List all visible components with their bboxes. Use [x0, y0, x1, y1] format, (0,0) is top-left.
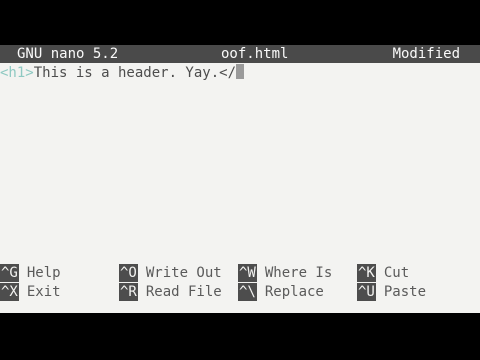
shortcut-read-file[interactable]: ^R Read File	[119, 283, 222, 301]
shortcut-paste[interactable]: ^U Paste	[357, 283, 426, 301]
shortcut-key: ^O	[119, 264, 138, 282]
shortcut-label: Help	[26, 265, 61, 281]
terminal-window[interactable]: GNU nano 5.2 oof.html Modified <h1>This …	[0, 45, 480, 313]
editor-area[interactable]: <h1>This is a header. Yay.</	[0, 64, 480, 264]
shortcut-help[interactable]: ^G Help	[0, 264, 61, 282]
shortcut-replace[interactable]: ^\ Replace	[238, 283, 324, 301]
text-cursor	[236, 64, 245, 79]
shortcut-key: ^K	[357, 264, 376, 282]
shortcut-key: ^U	[357, 283, 376, 301]
screen: { "titlebar": { "app": "GNU nano 5.2", "…	[0, 0, 480, 360]
shortcut-key: ^G	[0, 264, 19, 282]
shortcut-key: ^R	[119, 283, 138, 301]
file-name: oof.html	[221, 46, 289, 62]
shortcut-exit[interactable]: ^X Exit	[0, 283, 61, 301]
shortcut-write-out[interactable]: ^O Write Out	[119, 264, 222, 282]
shortcut-label: Cut	[383, 265, 410, 281]
shortcut-bar: ^G Help ^O Write Out ^W Where Is ^K Cut ^X Ex…	[0, 264, 480, 304]
line-text: This is a header. Yay.</	[33, 65, 237, 81]
shortcut-key: ^W	[238, 264, 257, 282]
shortcut-cut[interactable]: ^K Cut	[357, 264, 409, 282]
shortcut-label: Read File	[145, 284, 222, 300]
shortcut-label: Paste	[383, 284, 427, 300]
html-tag-h1: <h1>	[0, 65, 34, 81]
shortcut-label: Exit	[26, 284, 61, 300]
nano-titlebar: GNU nano 5.2 oof.html Modified	[0, 45, 480, 63]
editor-line-1[interactable]: <h1>This is a header. Yay.</	[0, 64, 245, 82]
shortcut-where-is[interactable]: ^W Where Is	[238, 264, 332, 282]
shortcut-label: Where Is	[264, 265, 333, 281]
shortcut-label: Write Out	[145, 265, 222, 281]
modified-status: Modified	[392, 46, 460, 62]
shortcut-key: ^X	[0, 283, 19, 301]
shortcut-key: ^\	[238, 283, 257, 301]
app-version: GNU nano 5.2	[17, 46, 119, 62]
shortcut-label: Replace	[264, 284, 324, 300]
